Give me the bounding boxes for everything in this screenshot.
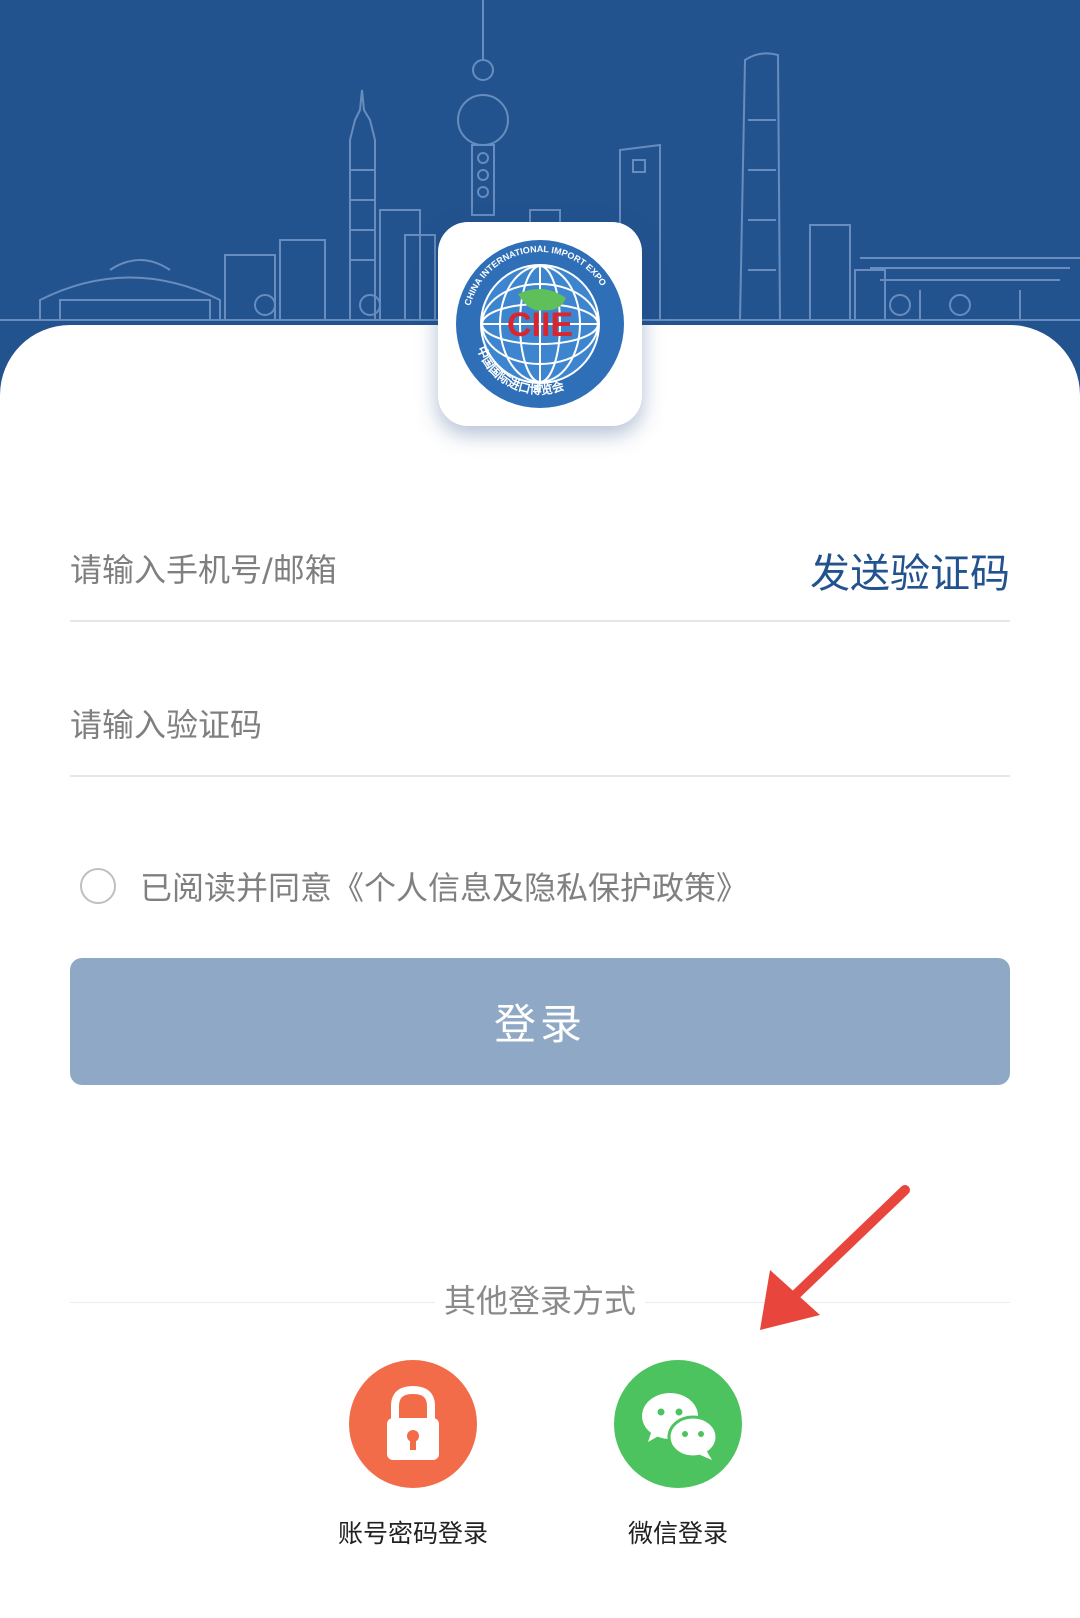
agreement-checkbox[interactable]: [80, 868, 116, 904]
logo-acronym: CIIE: [507, 306, 573, 344]
wechat-icon: [642, 1393, 719, 1460]
code-field-row: [70, 675, 1010, 777]
send-code-button[interactable]: 发送验证码: [810, 520, 1010, 620]
annotation-arrow-icon: [760, 1185, 910, 1330]
phone-email-input[interactable]: [70, 520, 710, 620]
password-login-label: 账号密码登录: [337, 1519, 488, 1548]
wechat-login-option[interactable]: 微信登录: [578, 1360, 778, 1550]
agreement-text[interactable]: 已阅读并同意《个人信息及隐私保护政策》: [140, 863, 748, 909]
agreement-row: 已阅读并同意《个人信息及隐私保护政策》: [80, 862, 748, 910]
ciie-logo-icon: CIIE CHINA INTERNATIONAL IMPORT EXPO 中国国…: [456, 240, 624, 408]
app-logo: CIIE CHINA INTERNATIONAL IMPORT EXPO 中国国…: [438, 222, 642, 426]
wechat-login-button[interactable]: [614, 1360, 742, 1488]
verification-code-input[interactable]: [70, 675, 710, 775]
wechat-login-label: 微信登录: [627, 1519, 728, 1548]
lock-icon: [387, 1385, 439, 1460]
login-button[interactable]: 登录: [70, 958, 1010, 1085]
password-login-option[interactable]: 账号密码登录: [313, 1360, 513, 1550]
password-login-button[interactable]: [349, 1360, 477, 1488]
